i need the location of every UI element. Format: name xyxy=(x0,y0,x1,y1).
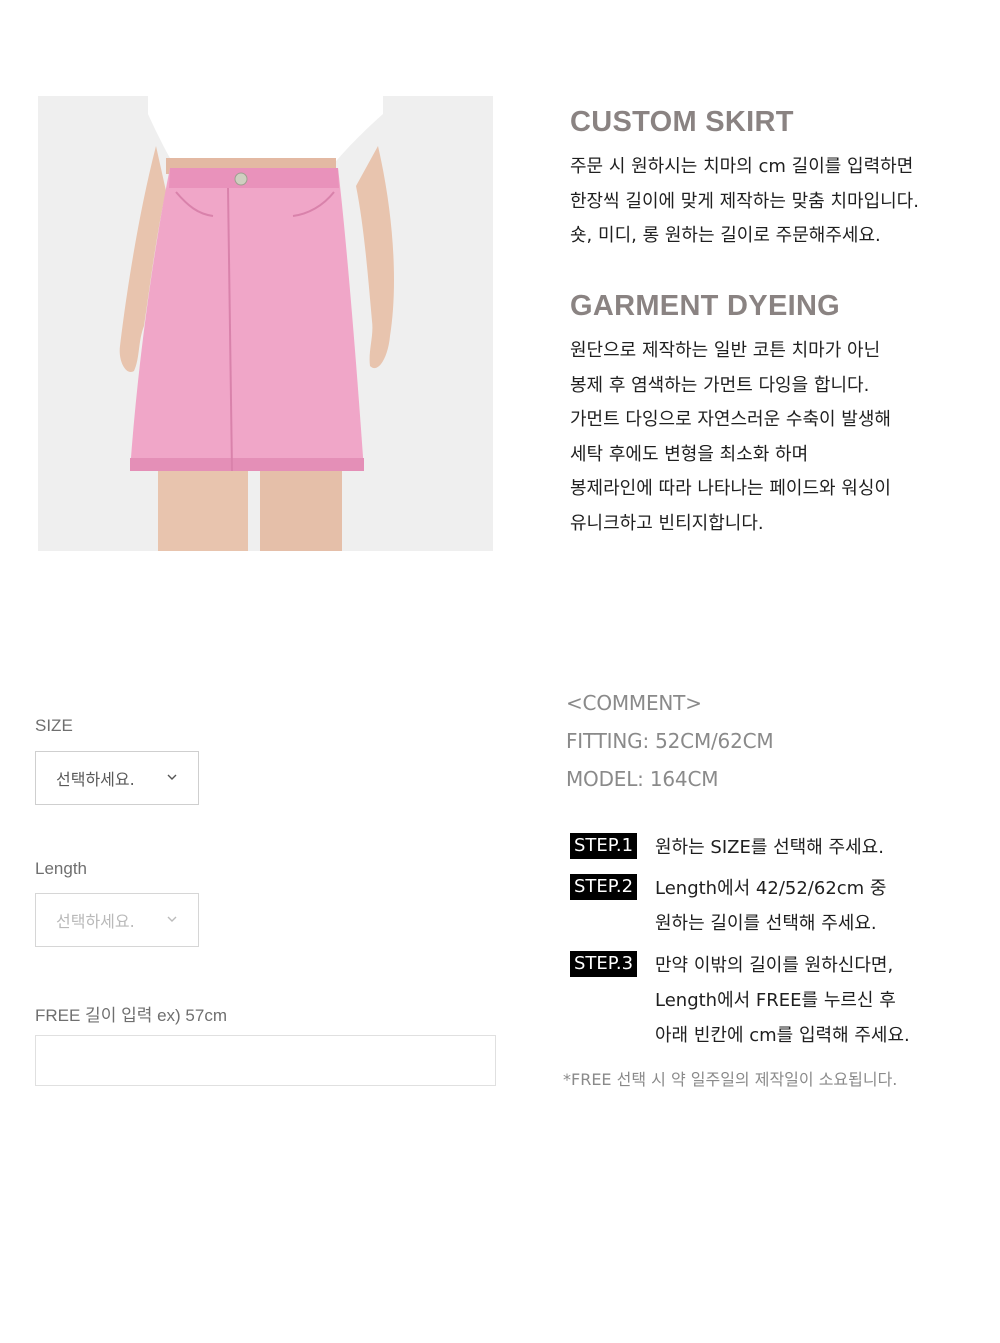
comment-block: <COMMENT> FITTING: 52CM/62CM MODEL: 164C… xyxy=(566,684,774,798)
free-length-input[interactable] xyxy=(35,1035,496,1086)
garment-line: 원단으로 제작하는 일반 코튼 치마가 아닌 xyxy=(570,340,881,361)
chevron-down-icon xyxy=(167,916,177,922)
step-line: 만약 이밖의 길이를 원하신다면, xyxy=(655,955,894,976)
custom-skirt-section: CUSTOM SKIRT 주문 시 원하시는 치마의 cm 길이를 입력하면 한… xyxy=(570,104,970,254)
size-label: SIZE xyxy=(35,716,73,735)
garment-dyeing-section: GARMENT DYEING 원단으로 제작하는 일반 코튼 치마가 아닌 봉제… xyxy=(570,288,970,542)
step-badge: STEP.2 xyxy=(570,874,638,900)
step-text: 만약 이밖의 길이를 원하신다면, Length에서 FREE를 누르신 후 아… xyxy=(655,948,910,1053)
comment-model: MODEL: 164CM xyxy=(566,767,719,791)
step-line: Length에서 FREE를 누르신 후 xyxy=(655,990,896,1011)
garment-line: 가먼트 다잉으로 자연스러운 수축이 발생해 xyxy=(570,409,891,431)
garment-line: 봉제라인에 따라 나타나는 페이드와 워싱이 xyxy=(570,478,891,500)
garment-line: 봉제 후 염색하는 가먼트 다잉을 합니다. xyxy=(570,374,870,396)
free-length-label: FREE 길이 입력 ex) 57cm xyxy=(35,1006,227,1025)
length-select-value: 선택하세요. xyxy=(56,912,135,931)
custom-line: 주문 시 원하시는 치마의 cm 길이를 입력하면 xyxy=(570,156,914,177)
custom-skirt-body: 주문 시 원하시는 치마의 cm 길이를 입력하면 한장씩 길이에 맞게 제작하… xyxy=(570,150,970,254)
step-badge: STEP.1 xyxy=(570,833,638,859)
product-image xyxy=(38,96,493,551)
length-label: Length xyxy=(35,859,87,878)
comment-header: <COMMENT> xyxy=(566,691,702,715)
step-line: 원하는 길이를 선택해 주세요. xyxy=(655,913,877,934)
garment-line: 유니크하고 빈티지합니다. xyxy=(570,512,764,534)
step-badge: STEP.3 xyxy=(570,951,638,977)
chevron-down-icon xyxy=(167,774,177,780)
free-order-note: *FREE 선택 시 약 일주일의 제작일이 소요됩니다. xyxy=(563,1070,898,1089)
custom-skirt-title: CUSTOM SKIRT xyxy=(570,106,794,138)
skirt-illustration xyxy=(38,96,493,551)
garment-dyeing-title: GARMENT DYEING xyxy=(570,290,841,322)
step-line: 원하는 SIZE를 선택해 주세요. xyxy=(655,837,884,858)
size-select[interactable]: 선택하세요. xyxy=(35,751,199,805)
custom-line: 숏, 미디, 롱 원하는 길이로 주문해주세요. xyxy=(570,225,881,247)
step-line: Length에서 42/52/62cm 중 xyxy=(655,878,887,899)
step-text: 원하는 SIZE를 선택해 주세요. xyxy=(655,830,884,865)
size-select-value: 선택하세요. xyxy=(56,770,135,789)
custom-line: 한장씩 길이에 맞게 제작하는 맞춤 치마입니다. xyxy=(570,190,919,212)
step-text: Length에서 42/52/62cm 중 원하는 길이를 선택해 주세요. xyxy=(655,871,886,941)
step-line: 아래 빈칸에 cm를 입력해 주세요. xyxy=(655,1025,910,1046)
comment-fitting: FITTING: 52CM/62CM xyxy=(566,729,774,753)
garment-dyeing-body: 원단으로 제작하는 일반 코튼 치마가 아닌 봉제 후 염색하는 가먼트 다잉을… xyxy=(570,334,970,542)
length-select[interactable]: 선택하세요. xyxy=(35,893,199,947)
garment-line: 세탁 후에도 변형을 최소화 하며 xyxy=(570,443,809,465)
